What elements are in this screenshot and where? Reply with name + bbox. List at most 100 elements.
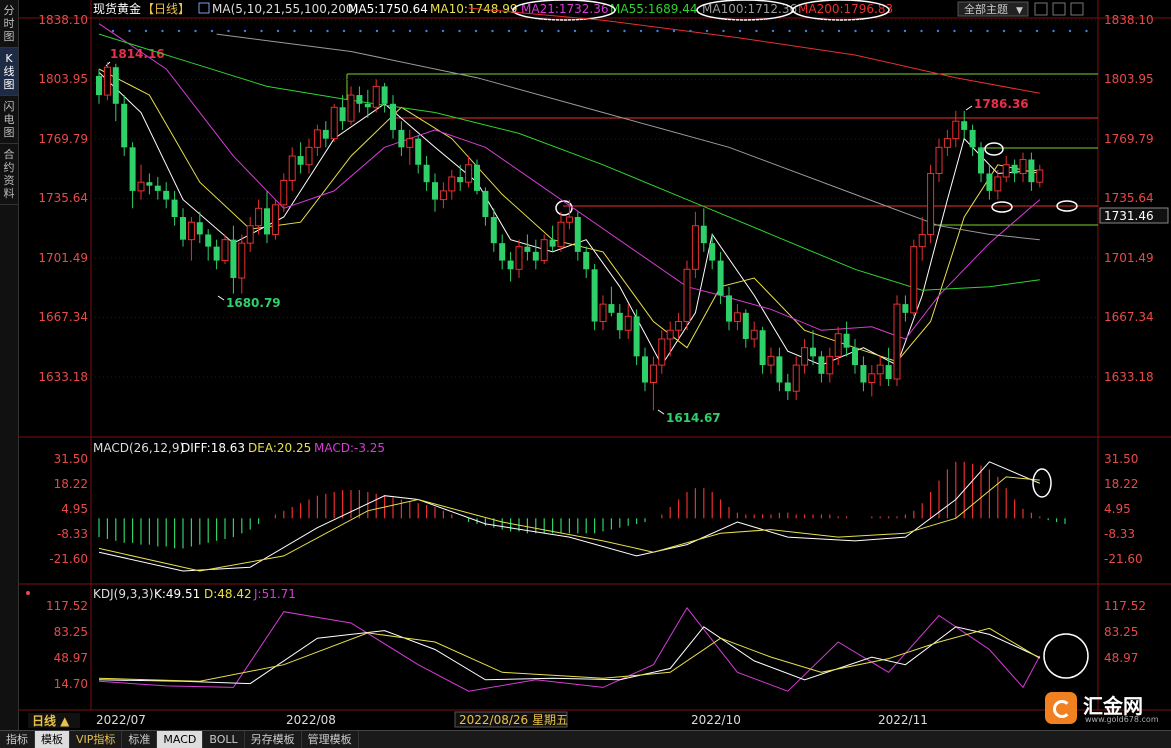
- candle-body: [230, 239, 237, 278]
- candle-body: [994, 176, 1002, 192]
- annotation-pointer: [657, 409, 665, 415]
- event-dot: [260, 29, 263, 33]
- event-dot: [623, 29, 626, 33]
- ma-line-ma100: [216, 33, 1040, 241]
- candle-body: [187, 221, 195, 241]
- macd-axis-label: -21.60: [1104, 552, 1143, 566]
- event-dot: [425, 29, 428, 33]
- month-label: 2022/10: [691, 713, 741, 727]
- event-dot: [293, 29, 296, 33]
- macd-axis-label: 31.50: [1104, 452, 1138, 466]
- candle-body: [642, 356, 648, 383]
- tab-indicator[interactable]: 指标: [0, 731, 35, 748]
- side-tab-contract-info[interactable]: 合约资料: [0, 144, 18, 205]
- event-dot: [920, 29, 923, 33]
- side-tab-timeshare[interactable]: 分时图: [0, 0, 18, 48]
- event-dot: [111, 29, 115, 33]
- period-button-label: 日线 ▲: [32, 713, 70, 728]
- event-dot: [755, 29, 758, 33]
- maximize-icon[interactable]: [1052, 2, 1066, 16]
- event-dot: [788, 29, 791, 33]
- theme-dropdown-label: 全部主题: [964, 2, 1008, 16]
- candle-body: [381, 86, 388, 104]
- macd-axis-label: 4.95: [61, 502, 88, 516]
- side-tab-kline[interactable]: K线图: [0, 48, 18, 96]
- candle-body: [372, 85, 380, 108]
- candle-body: [196, 222, 203, 235]
- event-dot: [524, 29, 527, 33]
- candle-body: [507, 260, 514, 270]
- macd-value: MACD:-3.25: [314, 441, 385, 455]
- candle-body: [103, 66, 111, 96]
- candlesticks: [96, 61, 1044, 411]
- price-axis-label: 1735.64: [38, 191, 88, 205]
- candle-body: [666, 329, 674, 340]
- price-axis-label: 1667.34: [38, 310, 88, 324]
- candle-body: [885, 365, 892, 380]
- tab-save-template[interactable]: 另存模板: [245, 731, 302, 748]
- price-axis-left: 1838.10 1803.95 1769.79 1735.64 1701.49 …: [38, 13, 88, 384]
- event-dot: [1085, 29, 1088, 33]
- time-axis: 日线 ▲ 2022/07 2022/08 2022/08/26 星期五 2022…: [28, 711, 928, 728]
- ma-line-ma21: [98, 23, 1041, 340]
- kline-chart[interactable]: 现货黄金 【日线】 MA(5,10,21,55,100,200) MA5:175…: [18, 0, 1171, 730]
- event-dot: [1019, 29, 1022, 33]
- kdj-d: D:48.42: [204, 587, 252, 601]
- event-dot: [1068, 29, 1072, 33]
- close-icon[interactable]: [1070, 2, 1084, 16]
- price-axis-label: 1803.95: [1104, 72, 1154, 86]
- candle-body: [583, 251, 590, 270]
- price-axis-right: 1838.10 1803.95 1769.79 1735.64 1701.49 …: [1099, 13, 1169, 384]
- month-label: 2022/07: [96, 713, 146, 727]
- chevron-down-icon: ▼: [1016, 6, 1023, 16]
- candle-body: [733, 312, 741, 323]
- side-tab-flash[interactable]: 闪电图: [0, 96, 18, 144]
- event-dot: [441, 29, 445, 33]
- candle-body: [818, 356, 825, 374]
- candle-body: [624, 315, 632, 331]
- candle-body: [129, 147, 136, 191]
- candle-body: [112, 67, 119, 104]
- candle-body: [893, 303, 901, 380]
- candle-body: [792, 364, 800, 392]
- event-dot: [887, 29, 890, 33]
- candle-body: [305, 146, 313, 166]
- candle-body: [482, 190, 489, 218]
- price-axis-label: 1633.18: [1104, 370, 1154, 384]
- event-dot: [590, 29, 593, 33]
- candle-body: [297, 156, 304, 165]
- event-dot: [936, 29, 940, 33]
- tab-boll[interactable]: BOLL: [203, 731, 245, 748]
- candle-body: [843, 333, 850, 348]
- candle-body: [356, 95, 363, 104]
- tab-standard[interactable]: 标准: [122, 731, 158, 748]
- candle-body: [910, 246, 918, 314]
- candle-body: [406, 138, 414, 148]
- candle-body: [474, 164, 480, 191]
- event-dot: [540, 29, 544, 33]
- candle-body: [852, 347, 858, 366]
- minimize-icon[interactable]: [1034, 2, 1048, 16]
- tab-template[interactable]: 模板: [35, 731, 70, 748]
- tab-vip-indicator[interactable]: VIP指标: [70, 731, 123, 748]
- kdj-indicator: [98, 607, 1041, 692]
- macd-axis: 31.50 18.22 4.95 -8.33 -21.60 31.50 18.2…: [49, 452, 1142, 566]
- month-label: 2022/11: [878, 713, 928, 727]
- tab-manage-template[interactable]: 管理模板: [302, 731, 359, 748]
- candle-body: [146, 182, 153, 186]
- event-dot: [573, 29, 577, 33]
- candle-body: [540, 239, 548, 262]
- candle-body: [213, 246, 220, 261]
- macd-axis-label: -8.33: [57, 527, 88, 541]
- candle-body: [180, 217, 186, 240]
- candle-body: [171, 199, 178, 218]
- candle-body: [1036, 169, 1044, 183]
- event-dot: [408, 29, 412, 33]
- tab-macd[interactable]: MACD: [157, 731, 204, 748]
- candle-body: [876, 364, 884, 375]
- macd-dea: DEA:20.25: [248, 441, 311, 455]
- candle-body: [599, 303, 607, 323]
- annotation-circle: [991, 201, 1013, 213]
- candle-body: [280, 179, 288, 206]
- ma-settings-icon[interactable]: [198, 2, 210, 14]
